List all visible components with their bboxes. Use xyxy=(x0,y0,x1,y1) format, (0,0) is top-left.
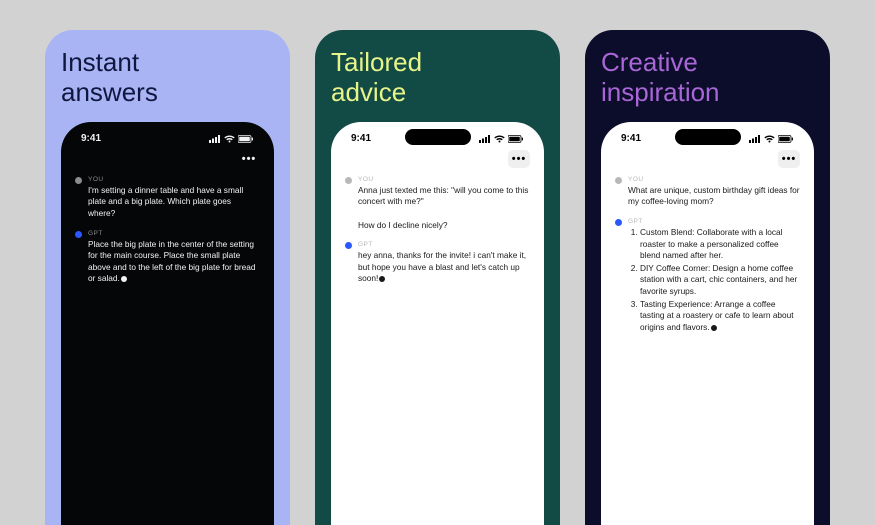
panel-title: Tailored advice xyxy=(331,48,544,108)
panel-instant-answers: Instant answers 9:41 ••• YOU I'm setting… xyxy=(45,30,290,525)
role-label-gpt: GPT xyxy=(628,218,800,225)
status-icons xyxy=(749,135,794,143)
gpt-response-list: Custom Blend: Collaborate with a local r… xyxy=(628,227,800,333)
user-avatar-dot xyxy=(615,177,622,184)
typing-cursor-icon xyxy=(121,276,127,282)
chat-thread: YOU Anna just texted me this: "will you … xyxy=(341,174,534,287)
gpt-message: GPT Place the big plate in the center of… xyxy=(75,230,260,285)
role-label-gpt: GPT xyxy=(358,241,530,248)
wifi-icon xyxy=(494,135,505,143)
battery-icon xyxy=(778,135,794,143)
user-message-text: I'm setting a dinner table and have a sm… xyxy=(88,185,260,220)
battery-icon xyxy=(508,135,524,143)
more-menu-button[interactable]: ••• xyxy=(508,150,530,168)
role-label-you: YOU xyxy=(628,176,800,183)
signal-icon xyxy=(209,135,221,143)
typing-cursor-icon xyxy=(379,276,385,282)
list-item: DIY Coffee Corner: Design a home coffee … xyxy=(640,263,800,298)
status-time: 9:41 xyxy=(621,133,641,144)
signal-icon xyxy=(749,135,761,143)
gpt-message: GPT Custom Blend: Collaborate with a loc… xyxy=(615,218,800,334)
user-avatar-dot xyxy=(75,177,82,184)
wifi-icon xyxy=(224,135,235,143)
gpt-avatar-dot xyxy=(75,231,82,238)
list-item: Tasting Experience: Arrange a coffee tas… xyxy=(640,299,800,334)
phone-mock-light: 9:41 ••• YOU Anna just texted me this: "… xyxy=(331,122,544,525)
status-time: 9:41 xyxy=(351,133,371,144)
signal-icon xyxy=(479,135,491,143)
status-icons xyxy=(209,135,254,143)
gpt-avatar-dot xyxy=(345,242,352,249)
phone-mock-light: 9:41 ••• YOU What are unique, custom bir… xyxy=(601,122,814,525)
chat-thread: YOU What are unique, custom birthday gif… xyxy=(611,174,804,337)
user-message: YOU What are unique, custom birthday gif… xyxy=(615,176,800,208)
gpt-avatar-dot xyxy=(615,219,622,226)
panel-title: Creative inspiration xyxy=(601,48,814,108)
user-message-text: Anna just texted me this: "will you come… xyxy=(358,185,530,231)
typing-cursor-icon xyxy=(711,325,717,331)
role-label-gpt: GPT xyxy=(88,230,260,237)
panel-tailored-advice: Tailored advice 9:41 ••• YOU Anna just t… xyxy=(315,30,560,525)
user-message: YOU Anna just texted me this: "will you … xyxy=(345,176,530,231)
chat-thread: YOU I'm setting a dinner table and have … xyxy=(71,174,264,287)
user-avatar-dot xyxy=(345,177,352,184)
dynamic-island xyxy=(675,129,741,145)
panel-title: Instant answers xyxy=(61,48,274,108)
dynamic-island xyxy=(405,129,471,145)
gpt-message-text: hey anna, thanks for the invite! i can't… xyxy=(358,250,530,285)
battery-icon xyxy=(238,135,254,143)
user-message: YOU I'm setting a dinner table and have … xyxy=(75,176,260,220)
status-icons xyxy=(479,135,524,143)
more-menu-button[interactable]: ••• xyxy=(778,150,800,168)
phone-mock-dark: 9:41 ••• YOU I'm setting a dinner table … xyxy=(61,122,274,525)
gpt-message-text: Place the big plate in the center of the… xyxy=(88,239,260,285)
gpt-message: GPT hey anna, thanks for the invite! i c… xyxy=(345,241,530,285)
wifi-icon xyxy=(764,135,775,143)
status-time: 9:41 xyxy=(81,133,101,144)
panel-creative-inspiration: Creative inspiration 9:41 ••• YOU What a… xyxy=(585,30,830,525)
role-label-you: YOU xyxy=(88,176,260,183)
more-menu-button[interactable]: ••• xyxy=(238,150,260,168)
list-item: Custom Blend: Collaborate with a local r… xyxy=(640,227,800,262)
role-label-you: YOU xyxy=(358,176,530,183)
user-message-text: What are unique, custom birthday gift id… xyxy=(628,185,800,208)
status-bar: 9:41 xyxy=(71,130,264,148)
